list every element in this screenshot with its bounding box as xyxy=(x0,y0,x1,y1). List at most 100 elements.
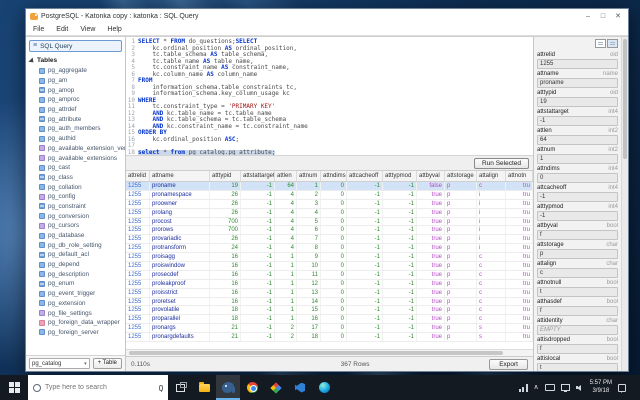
sidebar-table-pg_cast[interactable]: pg_cast xyxy=(26,163,125,173)
horizontal-scrollbar[interactable] xyxy=(126,349,533,356)
column-header-attbyval[interactable]: attbyval xyxy=(417,171,445,181)
table-row[interactable]: 1255 provariadic 26 -1 4 7 0 -1 -1 true p i tru xyxy=(126,235,533,245)
table-row[interactable]: 1255 pronargs 21 -1 2 17 0 -1 -1 true p s tru xyxy=(126,324,533,334)
activity-icon[interactable] xyxy=(518,383,528,392)
sidebar-table-pg_aggregate[interactable]: pg_aggregate xyxy=(26,66,125,76)
field-value[interactable]: c xyxy=(537,268,618,278)
sidebar-table-pg_authid[interactable]: pg_authid xyxy=(26,134,125,144)
field-value[interactable]: f xyxy=(537,344,618,354)
taskbar-search[interactable] xyxy=(28,375,168,400)
table-row[interactable]: 1255 proretset 16 -1 1 14 0 -1 -1 true p c tru xyxy=(126,297,533,307)
column-header-attcacheoff[interactable]: attcacheoff xyxy=(347,171,383,181)
sidebar-table-pg_collation[interactable]: pg_collation xyxy=(26,182,125,192)
table-row[interactable]: 1255 proisstrict 16 -1 1 13 0 -1 -1 true p c tru xyxy=(126,288,533,298)
column-header-attlen[interactable]: attlen xyxy=(275,171,297,181)
maximize-button[interactable]: □ xyxy=(597,10,609,23)
field-value[interactable]: 64 xyxy=(537,135,618,145)
sidebar-table-pg_default_acl[interactable]: pg_default_acl xyxy=(26,250,125,260)
microphone-icon[interactable] xyxy=(159,384,163,392)
chevron-up-icon[interactable]: ∧ xyxy=(534,384,539,391)
table-row[interactable]: 1255 pronamespace 26 -1 4 2 0 -1 -1 true p i tru xyxy=(126,190,533,200)
speaker-icon[interactable] xyxy=(575,384,584,392)
column-header-attstattarget[interactable]: attstattarget xyxy=(241,171,275,181)
inspector-scrollbar-thumb[interactable] xyxy=(623,39,627,159)
table-row[interactable]: 1255 prolang 26 -1 4 4 0 -1 -1 true p i tru xyxy=(126,208,533,218)
field-value[interactable]: 1 xyxy=(537,154,618,164)
field-value[interactable]: 1255 xyxy=(537,59,618,69)
menu-help[interactable]: Help xyxy=(107,26,121,33)
column-header-attstorage[interactable]: attstorage xyxy=(445,171,477,181)
sql-editor[interactable]: 1 SELECT * FROM do_questions;SELECT 2 kc.o… xyxy=(126,37,533,156)
sidebar-table-pg_attribute[interactable]: pg_attribute xyxy=(26,114,125,124)
menu-file[interactable]: File xyxy=(33,26,44,33)
sidebar-table-pg_attrdef[interactable]: pg_attrdef xyxy=(26,105,125,115)
field-value[interactable]: proname xyxy=(537,78,618,88)
table-row[interactable]: 1255 prorows 700 -1 4 6 0 -1 -1 true p i tru xyxy=(126,226,533,236)
field-value[interactable]: -1 xyxy=(537,192,618,202)
table-row[interactable]: 1255 proowner 26 -1 4 3 0 -1 -1 true p i tru xyxy=(126,199,533,209)
table-row[interactable]: 1255 proname 19 -1 64 1 0 -1 -1 false p c tru xyxy=(126,182,533,191)
menu-edit[interactable]: Edit xyxy=(56,26,68,33)
field-value[interactable]: -1 xyxy=(537,211,618,221)
field-value[interactable]: EMPTY xyxy=(537,325,618,335)
inspector-toggle-form-view[interactable] xyxy=(607,39,618,48)
column-header-attnum[interactable]: attnum xyxy=(297,171,321,181)
file-explorer-taskbar-button[interactable] xyxy=(192,375,216,400)
sidebar-table-pg_db_role_setting[interactable]: pg_db_role_setting xyxy=(26,240,125,250)
field-value[interactable]: f xyxy=(537,230,618,240)
task-view-taskbar-button[interactable] xyxy=(168,375,192,400)
column-header-attname[interactable]: attname xyxy=(150,171,210,181)
run-selected-button[interactable]: Run Selected xyxy=(473,157,529,169)
sidebar-table-pg_depend[interactable]: pg_depend xyxy=(26,260,125,270)
keyboard-icon[interactable] xyxy=(544,384,555,391)
column-header-attrelid[interactable]: attrelid xyxy=(126,171,150,181)
sidebar-table-pg_foreign_data_wrapper[interactable]: pg_foreign_data_wrapper xyxy=(26,318,125,328)
sidebar-table-pg_available_extension_ver[interactable]: pg_available_extension_ver xyxy=(26,144,125,154)
table-row[interactable]: 1255 proiswindow 16 -1 1 10 0 -1 -1 true p c tru xyxy=(126,262,533,271)
sidebar-table-pg_cursors[interactable]: pg_cursors xyxy=(26,221,125,231)
diamond-taskbar-button[interactable] xyxy=(264,375,288,400)
vscode-taskbar-button[interactable] xyxy=(288,375,312,400)
field-value[interactable]: t xyxy=(537,363,618,371)
sidebar-table-pg_available_extensions[interactable]: pg_available_extensions xyxy=(26,153,125,163)
sidebar-table-pg_config[interactable]: pg_config xyxy=(26,192,125,202)
field-value[interactable]: f xyxy=(537,306,618,316)
inspector-toggle-table-view[interactable] xyxy=(595,39,606,48)
menu-view[interactable]: View xyxy=(80,26,95,33)
table-row[interactable]: 1255 pronargdefaults 21 -1 2 18 0 -1 -1 true p s tru xyxy=(126,333,533,343)
table-row[interactable]: 1255 provolatile 18 -1 1 15 0 -1 -1 true p c tru xyxy=(126,306,533,316)
table-row[interactable]: 1255 protransform 24 -1 4 8 0 -1 -1 true p i tru xyxy=(126,244,533,254)
sidebar-table-pg_file_settings[interactable]: pg_file_settings xyxy=(26,308,125,318)
sidebar-table-pg_extension[interactable]: pg_extension xyxy=(26,299,125,309)
tables-section-header[interactable]: Tables xyxy=(26,54,125,66)
start-button[interactable] xyxy=(0,375,28,400)
table-row[interactable]: 1255 proisagg 16 -1 1 9 0 -1 -1 true p c tru xyxy=(126,253,533,263)
field-value[interactable]: 19 xyxy=(537,97,618,107)
action-center-icon[interactable] xyxy=(618,383,626,393)
column-header-attnotn[interactable]: attnotn xyxy=(506,171,533,181)
sidebar-table-pg_amop[interactable]: pg_amop xyxy=(26,85,125,95)
search-input[interactable] xyxy=(45,384,155,391)
sidebar-table-pg_event_trigger[interactable]: pg_event_trigger xyxy=(26,289,125,299)
edge-taskbar-button[interactable] xyxy=(312,375,336,400)
inspector-scrollbar[interactable] xyxy=(621,37,628,371)
column-header-attalign[interactable]: attalign xyxy=(477,171,506,181)
schema-selector[interactable]: pg_catalog ▾ xyxy=(29,358,90,369)
sidebar-table-pg_auth_members[interactable]: pg_auth_members xyxy=(26,124,125,134)
sidebar-table-pg_database[interactable]: pg_database xyxy=(26,231,125,241)
column-header-atttypmod[interactable]: atttypmod xyxy=(383,171,417,181)
table-row[interactable]: 1255 proparallel 18 -1 1 16 0 -1 -1 true p c tru xyxy=(126,315,533,325)
sidebar-table-pg_amproc[interactable]: pg_amproc xyxy=(26,95,125,105)
chrome-taskbar-button[interactable] xyxy=(240,375,264,400)
titlebar[interactable]: PostgreSQL - Katonka copy : katonka : SQ… xyxy=(26,9,628,23)
field-value[interactable]: t xyxy=(537,287,618,297)
sidebar-table-pg_enum[interactable]: pg_enum xyxy=(26,279,125,289)
monitor-icon[interactable] xyxy=(560,384,570,392)
sidebar-table-pg_class[interactable]: pg_class xyxy=(26,173,125,183)
export-button[interactable]: Export xyxy=(489,358,528,370)
field-value[interactable]: p xyxy=(537,249,618,259)
field-value[interactable]: -1 xyxy=(537,116,618,126)
sidebar-table-pg_conversion[interactable]: pg_conversion xyxy=(26,211,125,221)
field-value[interactable]: 0 xyxy=(537,173,618,183)
sidebar-item-sql-query[interactable]: ≡ SQL Query xyxy=(29,40,122,52)
